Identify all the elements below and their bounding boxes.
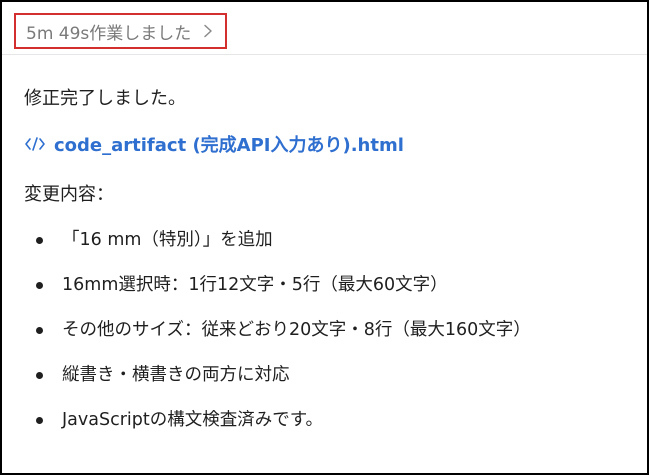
completion-message: 修正完了しました。 (24, 88, 186, 109)
artifact-link[interactable]: code_artifact (完成API入力あり).html (24, 131, 404, 157)
bullet-icon (36, 417, 43, 424)
work-time-label: 5m 49s作業しました (26, 23, 192, 44)
change-text: その他のサイズ：従来どおり20文字・8行（最大160文字） (62, 320, 531, 340)
response-header: 5m 49s作業しました (2, 2, 647, 55)
chevron-right-icon (204, 24, 213, 38)
list-item: 「16 mm（特別）」を追加 (24, 226, 531, 271)
bullet-icon (36, 282, 43, 289)
bullet-icon (36, 372, 43, 379)
change-text: 縦書き・横書きの両方に対応 (62, 365, 290, 385)
change-text: 16mm選択時：1行12文字・5行（最大60文字） (62, 275, 448, 295)
list-item: JavaScriptの構文検査済みです。 (24, 406, 531, 451)
list-item: その他のサイズ：従来どおり20文字・8行（最大160文字） (24, 316, 531, 361)
response-body: 修正完了しました。 code_artifact (完成API入力あり).html… (24, 84, 624, 430)
change-list: 「16 mm（特別）」を追加 16mm選択時：1行12文字・5行（最大60文字）… (24, 226, 531, 451)
list-item: 縦書き・横書きの両方に対応 (24, 361, 531, 406)
list-item: 16mm選択時：1行12文字・5行（最大60文字） (24, 271, 531, 316)
change-text: JavaScriptの構文検査済みです。 (62, 410, 323, 430)
bullet-icon (36, 327, 43, 334)
chat-response-panel: 5m 49s作業しました 修正完了しました。 code_artifact (完成… (0, 0, 649, 475)
changes-heading: 変更内容： (24, 184, 114, 205)
artifact-name: code_artifact (完成API入力あり).html (54, 135, 404, 156)
code-icon (25, 137, 45, 151)
work-time-toggle[interactable]: 5m 49s作業しました (14, 13, 228, 49)
change-text: 「16 mm（特別）」を追加 (62, 230, 273, 250)
bullet-icon (36, 237, 43, 244)
